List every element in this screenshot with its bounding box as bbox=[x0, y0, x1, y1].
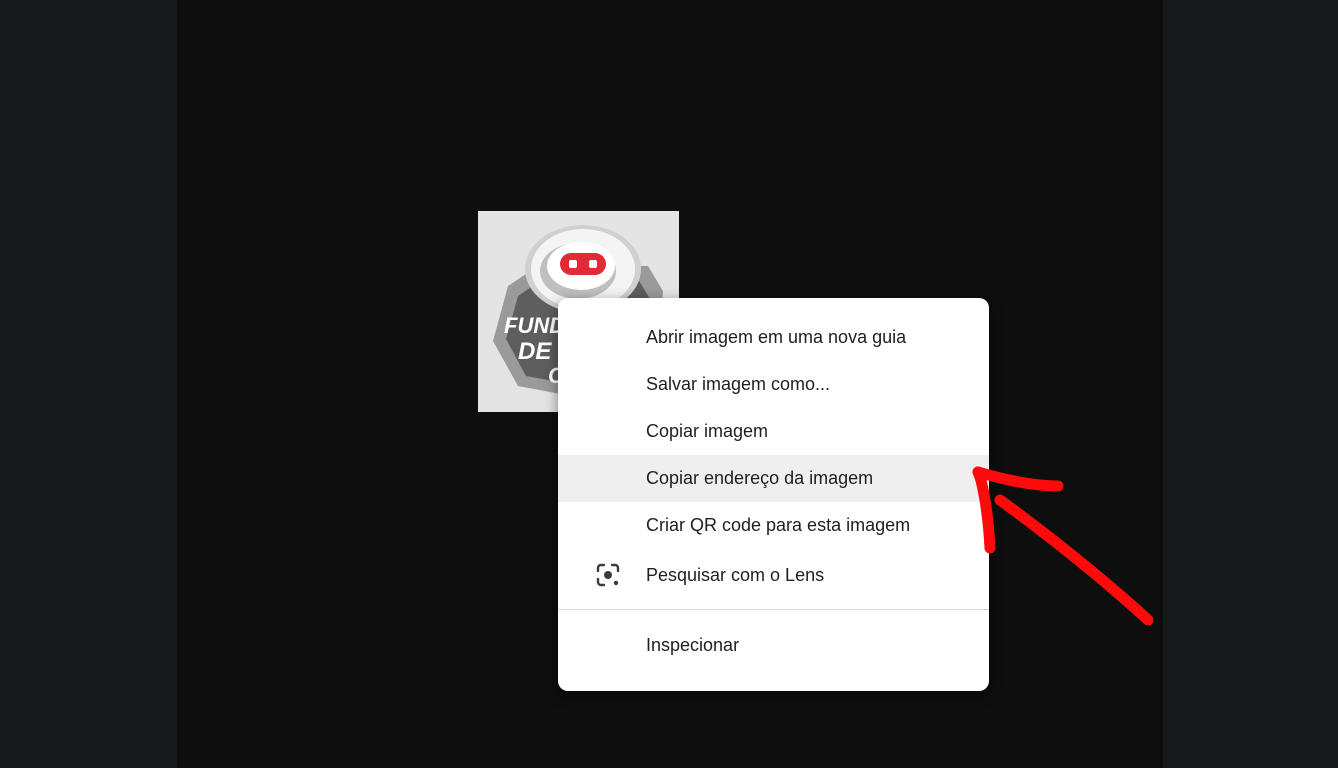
menu-item-label: Pesquisar com o Lens bbox=[646, 564, 825, 585]
menu-item-label: Copiar imagem bbox=[646, 421, 769, 441]
menu-item-label: Salvar imagem como... bbox=[646, 374, 831, 394]
menu-item-copy-image[interactable]: Copiar imagem bbox=[558, 408, 989, 455]
page-margin-right bbox=[1163, 0, 1338, 768]
logo-text-line1: FUND bbox=[504, 313, 565, 338]
menu-item-label: Abrir imagem em uma nova guia bbox=[646, 327, 907, 347]
red-arrow-annotation bbox=[972, 466, 1154, 626]
menu-item-label: Copiar endereço da imagem bbox=[646, 468, 874, 488]
menu-item-open-image-new-tab[interactable]: Abrir imagem em uma nova guia bbox=[558, 314, 989, 361]
menu-item-save-image-as[interactable]: Salvar imagem como... bbox=[558, 361, 989, 408]
menu-item-create-qr-code[interactable]: Criar QR code para esta imagem bbox=[558, 502, 989, 549]
lens-icon bbox=[596, 563, 620, 587]
menu-item-search-with-lens[interactable]: Pesquisar com o Lens bbox=[558, 549, 989, 601]
context-menu: Abrir imagem em uma nova guia Salvar ima… bbox=[558, 298, 989, 691]
menu-item-copy-image-address[interactable]: Copiar endereço da imagem bbox=[558, 455, 989, 502]
menu-item-inspect[interactable]: Inspecionar bbox=[558, 622, 989, 669]
menu-separator bbox=[558, 609, 989, 610]
menu-item-label: Inspecionar bbox=[646, 635, 740, 655]
menu-item-label: Criar QR code para esta imagem bbox=[646, 515, 911, 535]
page-margin-left bbox=[0, 0, 177, 768]
